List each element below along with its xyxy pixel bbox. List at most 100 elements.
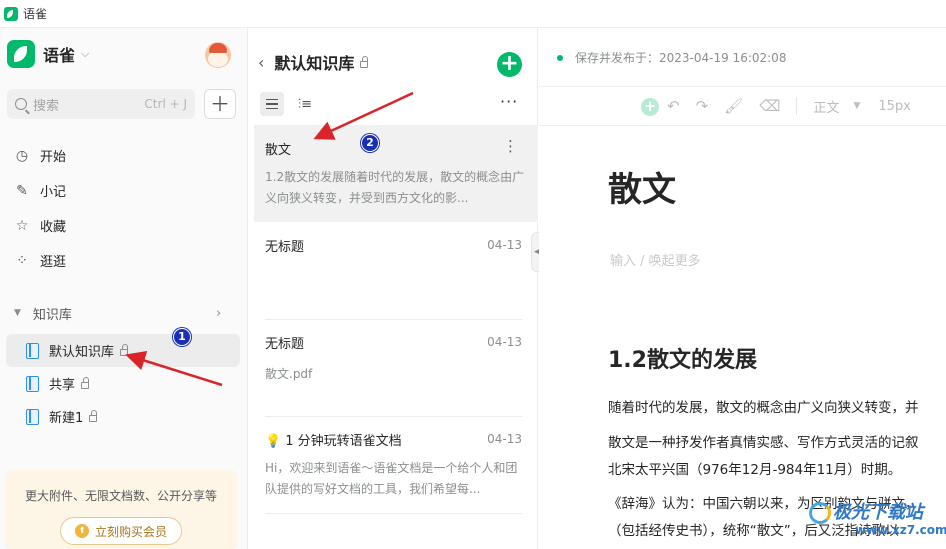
step-badge-1: 1: [173, 328, 191, 346]
kb-label: 默认知识库: [49, 345, 115, 360]
doc-date: 04-13: [487, 238, 522, 252]
sidebar-item-new-kb[interactable]: 新建1: [6, 400, 240, 433]
search-shortcut: Ctrl + J: [144, 97, 187, 111]
list-item[interactable]: 💡 1 分钟玩转语雀文档 04-13 Hi，欢迎来到语雀～语雀文档是一个给个人和团…: [254, 416, 538, 513]
star-icon: ☆: [15, 217, 29, 234]
sidebar-item-label: 收藏: [40, 220, 67, 235]
doc-attachment: 散文.pdf: [265, 367, 313, 381]
watermark-url: www.xz7.com: [855, 523, 946, 537]
doc-title: 无标题: [265, 337, 305, 352]
knowledge-base-heading: 知识库: [32, 307, 72, 323]
sidebar-item-favorites[interactable]: ☆ 收藏: [0, 208, 248, 243]
sidebar-nav: ◷ 开始 ✎ 小记 ☆ 收藏 ⁘ 逛逛: [0, 138, 248, 278]
undo-icon[interactable]: ↶: [667, 97, 680, 115]
feather-icon: ✎: [16, 182, 28, 199]
list-item[interactable]: 散文 ⋮ 1.2散文的发展随着时代的发展，散文的概念由广义向狭义转变，并受到西方…: [254, 125, 538, 222]
redo-icon[interactable]: ↷: [696, 97, 709, 115]
clock-icon: ◷: [15, 147, 29, 164]
list-item[interactable]: 无标题 04-13 散文.pdf: [254, 319, 538, 416]
more-icon[interactable]: ···: [500, 92, 518, 111]
search-input[interactable]: 搜索 Ctrl + J: [7, 89, 195, 119]
sidebar-item-notes[interactable]: ✎ 小记: [0, 173, 248, 208]
window-titlebar: 语雀: [0, 0, 946, 28]
book-icon: [26, 342, 39, 359]
paragraph[interactable]: 散文是一种抒发作者真情实感、写作方式灵活的记叙: [608, 431, 919, 451]
knowledge-base-list: 默认知识库 共享 新建1: [0, 334, 248, 433]
doc-title: 散文: [265, 143, 292, 158]
doc-title-row: 💡 1 分钟玩转语雀文档: [265, 430, 402, 449]
doclist-title: 默认知识库: [274, 54, 355, 73]
search-placeholder: 搜索: [33, 98, 60, 114]
search-icon: [15, 98, 27, 110]
lightbulb-icon: 💡: [265, 434, 282, 449]
window-title: 语雀: [23, 7, 48, 21]
doclist-header: ‹ 默认知识库: [258, 50, 369, 74]
avatar[interactable]: [205, 42, 231, 68]
sidebar: 语雀 ⌵ 搜索 Ctrl + J ＋ ◷ 开始 ✎ 小记 ☆ 收藏 ⁘ 逛逛 ▼…: [0, 28, 248, 549]
buy-membership-label: 立刻购买会员: [94, 524, 167, 539]
list-view-button[interactable]: [260, 92, 284, 116]
chevron-right-icon[interactable]: ›: [216, 306, 221, 321]
lock-icon: [360, 55, 369, 68]
brand-name: 语雀: [43, 46, 76, 65]
sidebar-item-explore[interactable]: ⁘ 逛逛: [0, 243, 248, 278]
back-icon[interactable]: ‹: [258, 53, 264, 72]
section-heading[interactable]: 1.2散文的发展: [608, 342, 757, 374]
sidebar-item-default-kb[interactable]: 默认知识库: [6, 334, 240, 367]
grid-icon: ⁘: [16, 252, 28, 269]
list-item[interactable]: 无标题 04-13: [254, 222, 538, 319]
font-size-select[interactable]: 15px: [878, 99, 911, 114]
editor-toolbar: + ↶ ↷ 🖌 ⌫ 正文 ▼ 15px: [539, 86, 946, 126]
coin-icon: ⬆: [74, 524, 89, 538]
new-button[interactable]: ＋: [204, 89, 236, 119]
save-status: 保存并发布于：2023-04-19 16:02:08: [557, 49, 786, 66]
paragraph[interactable]: 北宋太平兴国（976年12月-984年11月）时期。: [608, 458, 901, 478]
divider: [796, 97, 798, 115]
lock-icon: [81, 377, 90, 389]
lock-icon: [89, 410, 98, 422]
save-status-text: 保存并发布于：2023-04-19 16:02:08: [575, 51, 787, 65]
knowledge-base-section[interactable]: ▼ 知识库 ›: [0, 300, 248, 326]
buy-membership-button[interactable]: ⬆ 立刻购买会员: [59, 517, 182, 545]
caret-down-icon: ▼: [853, 101, 861, 111]
doc-summary: Hi，欢迎来到语雀～语雀文档是一个给个人和团队提供的写好文档的工具，我们希望每.…: [265, 461, 518, 496]
kebab-menu-icon[interactable]: ⋮: [503, 137, 518, 155]
site-watermark: 极光下载站 www.xz7.com: [805, 496, 946, 549]
doc-summary: 1.2散文的发展随着时代的发展，散文的概念由广义向狭义转变，并受到西方文化的影.…: [265, 170, 525, 205]
paragraph[interactable]: 随着时代的发展，散文的概念由广义向狭义转变，并: [608, 396, 919, 416]
watermark-logo-icon: [809, 502, 831, 524]
step-badge-2: 2: [361, 134, 379, 152]
sidebar-item-start[interactable]: ◷ 开始: [0, 138, 248, 173]
doc-title: 1 分钟玩转语雀文档: [285, 434, 402, 449]
kb-label: 共享: [49, 378, 76, 393]
status-dot-icon: [557, 54, 563, 61]
paragraph-style-select[interactable]: 正文: [813, 97, 839, 116]
yuque-logo-icon: [7, 40, 35, 68]
sidebar-item-shared-kb[interactable]: 共享: [6, 367, 240, 400]
doc-date: 04-13: [487, 432, 522, 446]
kb-label: 新建1: [49, 411, 84, 426]
document-list-panel: ‹ 默认知识库 + ⫶≡ ··· 散文 ⋮ 1.2散文的发展随着时代的发展，散文…: [248, 28, 538, 549]
sidebar-item-label: 小记: [40, 185, 67, 200]
lock-icon: [120, 344, 129, 356]
promo-text: 更大附件、无限文档数、公开分享等: [24, 489, 217, 503]
eraser-icon[interactable]: ⌫: [759, 97, 780, 115]
watermark-text: 极光下载站: [833, 502, 923, 523]
add-document-button[interactable]: +: [497, 52, 522, 77]
editor-panel: 保存并发布于：2023-04-19 16:02:08 + ↶ ↷ 🖌 ⌫ 正文 …: [539, 28, 946, 549]
editor-placeholder[interactable]: 输入 / 唤起更多: [610, 250, 701, 269]
document-title[interactable]: 散文: [608, 162, 676, 211]
book-icon: [26, 375, 39, 392]
list-icon: [266, 99, 278, 109]
brand-switcher[interactable]: 语雀 ⌵: [7, 40, 89, 68]
insert-icon[interactable]: +: [641, 98, 659, 116]
caret-down-icon: ▼: [14, 308, 21, 318]
format-painter-icon[interactable]: 🖌: [724, 97, 743, 115]
membership-promo: 更大附件、无限文档数、公开分享等 ⬆ 立刻购买会员: [5, 469, 237, 549]
tree-icon: ⫶≡: [297, 96, 313, 112]
doc-title: 无标题: [265, 240, 305, 255]
tree-view-button[interactable]: ⫶≡: [293, 92, 317, 116]
sidebar-item-label: 逛逛: [40, 255, 67, 270]
sidebar-item-label: 开始: [40, 150, 67, 165]
yuque-app-icon: [4, 6, 18, 21]
